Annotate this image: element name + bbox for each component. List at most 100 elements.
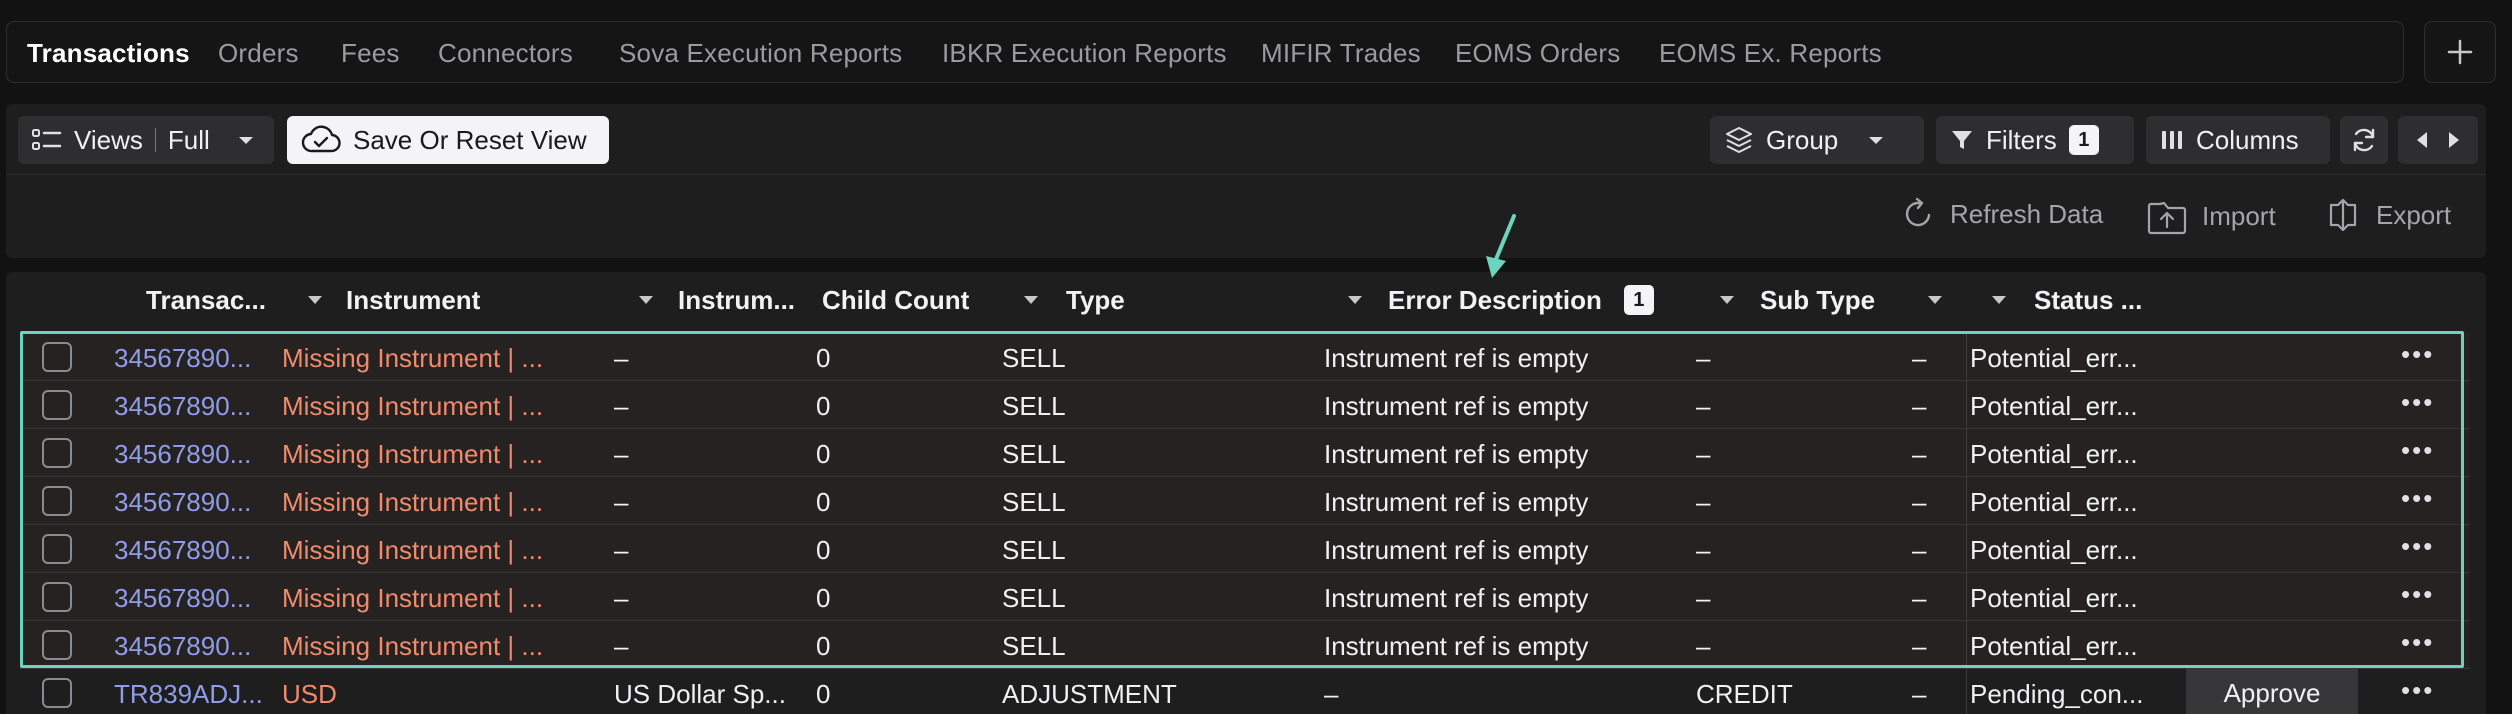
sub-type-cell: –	[1696, 535, 1711, 565]
more-options-icon[interactable]: •••	[2401, 675, 2434, 706]
transaction-id-cell[interactable]: TR839ADJ...	[114, 679, 263, 710]
instrument-2-cell: US Dollar Sp...	[614, 679, 786, 709]
row-checkbox[interactable]	[42, 486, 72, 516]
export-button[interactable]: Export	[2324, 196, 2451, 234]
column-header-status[interactable]: Status ...	[2034, 272, 2142, 328]
scroll-columns-buttons[interactable]	[2398, 116, 2478, 164]
group-label: Group	[1766, 124, 1839, 155]
tab-sova-execution-reports[interactable]: Sova Execution Reports	[619, 38, 902, 69]
column-header-child-count[interactable]: Child Count	[822, 272, 969, 328]
child-count-cell: 0	[816, 583, 831, 613]
columns-label: Columns	[2196, 124, 2299, 155]
child-count-cell: 0	[816, 439, 831, 469]
more-options-icon[interactable]: •••	[2401, 627, 2434, 658]
column-header-error-description[interactable]: Error Description 1	[1388, 272, 1654, 328]
status-cell: Potential_err...	[1970, 343, 2138, 373]
sub-type-cell: –	[1696, 343, 1711, 373]
row-checkbox[interactable]	[42, 582, 72, 612]
transaction-id-cell[interactable]: 34567890...	[114, 631, 251, 662]
more-options-icon[interactable]: •••	[2401, 579, 2434, 610]
more-options-icon[interactable]: •••	[2401, 483, 2434, 514]
tab-orders[interactable]: Orders	[218, 38, 299, 69]
export-icon	[2329, 198, 2357, 232]
tab-transactions[interactable]: Transactions	[27, 38, 190, 69]
instrument-2-cell: –	[614, 583, 629, 613]
table-row[interactable]: 34567890... Missing Instrument | ... – 0 SEL…	[20, 477, 2470, 525]
sort-caret-icon[interactable]	[1720, 296, 1734, 304]
sort-caret-icon[interactable]	[1348, 296, 1362, 304]
filters-button[interactable]: Filters 1	[1936, 116, 2134, 164]
error-description-cell: Instrument ref is empty	[1324, 487, 1589, 517]
sub-type-cell: –	[1696, 487, 1711, 517]
status-cell: Potential_err...	[1970, 583, 2138, 613]
refresh-data-button[interactable]: Refresh Data	[1900, 196, 2103, 232]
row-checkbox[interactable]	[42, 390, 72, 420]
table-row[interactable]: TR839ADJ... USD US Dollar Sp... 0 ADJUSTMENT…	[20, 669, 2470, 714]
column-header-instrument[interactable]: Instrument	[346, 272, 480, 328]
refresh-layout-button[interactable]	[2340, 116, 2388, 164]
add-tab-button[interactable]	[2424, 21, 2496, 83]
column-header-type[interactable]: Type	[1066, 272, 1125, 328]
chevron-right-icon[interactable]	[2447, 130, 2461, 150]
table-row[interactable]: 34567890... Missing Instrument | ... – 0 SEL…	[20, 621, 2470, 669]
sort-caret-icon[interactable]	[1928, 296, 1942, 304]
sort-caret-icon[interactable]	[308, 296, 322, 304]
more-options-icon[interactable]: •••	[2401, 531, 2434, 562]
import-button[interactable]: Import	[2146, 196, 2276, 236]
sub-type-extra-cell: –	[1912, 391, 1927, 421]
row-checkbox[interactable]	[42, 678, 72, 708]
transaction-id-cell[interactable]: 34567890...	[114, 391, 251, 422]
more-options-icon[interactable]: •••	[2401, 339, 2434, 370]
views-value: Full	[167, 124, 210, 155]
list-icon	[32, 129, 62, 150]
tab-mifir-trades[interactable]: MIFIR Trades	[1261, 38, 1421, 69]
filter-count-badge: 1	[1623, 285, 1654, 315]
views-dropdown[interactable]: Views Full	[18, 116, 274, 164]
tab-eoms-orders[interactable]: EOMS Orders	[1455, 38, 1620, 69]
transaction-id-cell[interactable]: 34567890...	[114, 487, 251, 518]
transaction-id-cell[interactable]: 34567890...	[114, 439, 251, 470]
chevron-left-icon[interactable]	[2415, 130, 2429, 150]
refresh-data-label: Refresh Data	[1950, 198, 2104, 229]
tab-fees[interactable]: Fees	[341, 38, 400, 69]
sort-caret-icon[interactable]	[639, 296, 653, 304]
tab-eoms-ex-reports[interactable]: EOMS Ex. Reports	[1659, 38, 1882, 69]
column-divider	[1966, 525, 1967, 573]
sort-caret-icon[interactable]	[1992, 296, 2006, 304]
row-checkbox[interactable]	[42, 630, 72, 660]
chevron-down-icon	[238, 137, 253, 144]
table-row[interactable]: 34567890... Missing Instrument | ... – 0 SEL…	[20, 333, 2470, 381]
transactions-grid: Transac... Instrument Instrum... Child C…	[6, 272, 2486, 714]
instrument-2-cell: –	[614, 487, 629, 517]
save-or-reset-view-button[interactable]: Save Or Reset View	[287, 116, 609, 164]
group-dropdown[interactable]: Group	[1710, 116, 1924, 164]
transaction-id-cell[interactable]: 34567890...	[114, 343, 251, 374]
row-checkbox[interactable]	[42, 534, 72, 564]
approve-button[interactable]: Approve	[2186, 669, 2358, 714]
more-options-icon[interactable]: •••	[2401, 435, 2434, 466]
table-row[interactable]: 34567890... Missing Instrument | ... – 0 SEL…	[20, 573, 2470, 621]
column-header-sub-type[interactable]: Sub Type	[1760, 272, 1875, 328]
row-checkbox[interactable]	[42, 342, 72, 372]
tab-connectors[interactable]: Connectors	[438, 38, 573, 69]
filter-icon	[1952, 131, 1972, 149]
columns-button[interactable]: Columns	[2146, 116, 2330, 164]
tab-ibkr-execution-reports[interactable]: IBKR Execution Reports	[942, 38, 1227, 69]
table-row[interactable]: 34567890... Missing Instrument | ... – 0 SEL…	[20, 525, 2470, 573]
column-header-instrument-2[interactable]: Instrum...	[678, 272, 795, 328]
transaction-id-cell[interactable]: 34567890...	[114, 583, 251, 614]
table-row[interactable]: 34567890... Missing Instrument | ... – 0 SEL…	[20, 381, 2470, 429]
error-description-cell: Instrument ref is empty	[1324, 439, 1589, 469]
table-row[interactable]: 34567890... Missing Instrument | ... – 0 SEL…	[20, 429, 2470, 477]
error-description-label: Error Description	[1388, 284, 1602, 315]
row-checkbox[interactable]	[42, 438, 72, 468]
instrument-cell: Missing Instrument | ...	[282, 535, 544, 565]
instrument-cell: Missing Instrument | ...	[282, 343, 544, 373]
sort-caret-icon[interactable]	[1024, 296, 1038, 304]
more-options-icon[interactable]: •••	[2401, 387, 2434, 418]
instrument-cell: USD	[282, 679, 337, 709]
transaction-id-cell[interactable]: 34567890...	[114, 535, 251, 566]
plus-icon	[2447, 39, 2473, 65]
sub-type-cell: –	[1696, 631, 1711, 661]
column-header-transaction[interactable]: Transac...	[146, 272, 266, 328]
